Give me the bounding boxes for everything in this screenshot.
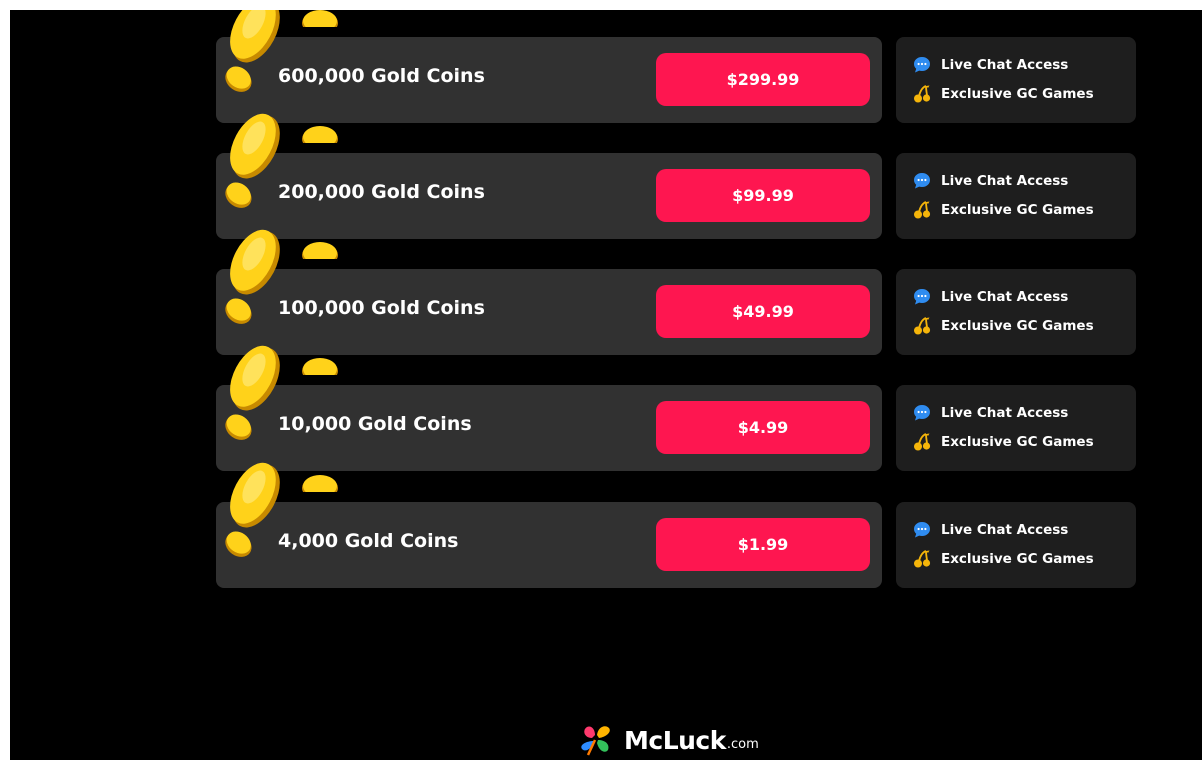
perk-exclusive-games: Exclusive GC Games	[912, 200, 1094, 220]
cherries-icon	[914, 550, 931, 568]
perk-label: Exclusive GC Games	[941, 318, 1094, 334]
coin-amount-label: 10,000 Gold Coins	[278, 413, 472, 435]
buy-button[interactable]: $299.99	[656, 53, 870, 106]
chat-bubble-icon	[914, 405, 930, 421]
coin-amount-label: 200,000 Gold Coins	[278, 181, 485, 203]
perk-live-chat: Live Chat Access	[912, 520, 1068, 540]
perks-card: Live Chat Access Exclusive GC Games	[896, 37, 1136, 123]
store-frame: 600,000 Gold Coins $299.99 Live Chat Acc…	[10, 10, 1202, 760]
gold-coin-icon	[302, 475, 338, 492]
perk-label: Live Chat Access	[941, 405, 1069, 421]
perk-exclusive-games: Exclusive GC Games	[912, 84, 1094, 104]
perk-label: Exclusive GC Games	[941, 202, 1094, 218]
perk-label: Live Chat Access	[941, 289, 1069, 305]
package-row: 4,000 Gold Coins $1.99 Live Chat Access	[10, 462, 1202, 595]
chat-bubble-icon	[914, 57, 930, 73]
buy-button[interactable]: $4.99	[656, 401, 870, 454]
perk-live-chat: Live Chat Access	[912, 403, 1068, 423]
gold-coin-icon	[230, 229, 280, 295]
gold-coin-icon	[225, 531, 252, 557]
footer-logo[interactable]: McLuck .com	[578, 722, 759, 756]
perk-live-chat: Live Chat Access	[912, 171, 1068, 191]
package-row: 100,000 Gold Coins $49.99 Live Chat Acce…	[10, 229, 1202, 362]
gold-coin-icon	[230, 10, 280, 63]
cherries-icon	[914, 317, 931, 335]
perk-label: Live Chat Access	[941, 57, 1069, 73]
gold-coin-icon	[302, 242, 338, 259]
coin-amount-label: 4,000 Gold Coins	[278, 530, 459, 552]
gold-coin-icon	[302, 10, 338, 27]
perk-live-chat: Live Chat Access	[912, 55, 1068, 75]
perk-label: Live Chat Access	[941, 522, 1069, 538]
buy-button[interactable]: $99.99	[656, 169, 870, 222]
perk-label: Exclusive GC Games	[941, 434, 1094, 450]
perks-card: Live Chat Access Exclusive GC Games	[896, 502, 1136, 588]
gold-coin-icon	[302, 358, 338, 375]
gold-coin-icon	[230, 345, 280, 411]
chat-bubble-icon	[914, 522, 930, 538]
cherries-icon	[914, 201, 931, 219]
gold-coin-icon	[225, 182, 252, 208]
buy-button[interactable]: $1.99	[656, 518, 870, 571]
clover-logo-icon	[581, 726, 610, 756]
chat-bubble-icon	[914, 289, 930, 305]
gold-coin-icon	[302, 126, 338, 143]
perk-live-chat: Live Chat Access	[912, 287, 1068, 307]
perk-exclusive-games: Exclusive GC Games	[912, 316, 1094, 336]
brand-name: McLuck	[624, 726, 726, 755]
perk-label: Live Chat Access	[941, 173, 1069, 189]
package-row: 10,000 Gold Coins $4.99 Live Chat Access	[10, 345, 1202, 478]
cherries-icon	[914, 433, 931, 451]
package-row: 200,000 Gold Coins $99.99 Live Chat Acce…	[10, 113, 1202, 246]
perks-card: Live Chat Access Exclusive GC Games	[896, 153, 1136, 239]
perk-label: Exclusive GC Games	[941, 86, 1094, 102]
gold-coin-icon	[230, 113, 280, 179]
coin-amount-label: 600,000 Gold Coins	[278, 65, 485, 87]
perk-label: Exclusive GC Games	[941, 551, 1094, 567]
gold-coin-icon	[230, 462, 280, 528]
brand-tld: .com	[726, 737, 759, 752]
coin-amount-label: 100,000 Gold Coins	[278, 297, 485, 319]
buy-button[interactable]: $49.99	[656, 285, 870, 338]
gold-coin-icon	[225, 66, 252, 92]
perk-exclusive-games: Exclusive GC Games	[912, 549, 1094, 569]
perks-card: Live Chat Access Exclusive GC Games	[896, 269, 1136, 355]
package-row: 600,000 Gold Coins $299.99 Live Chat Acc…	[10, 10, 1202, 130]
perks-card: Live Chat Access Exclusive GC Games	[896, 385, 1136, 471]
gold-coin-icon	[225, 414, 252, 440]
chat-bubble-icon	[914, 173, 930, 189]
gold-coin-icon	[225, 298, 252, 324]
perk-exclusive-games: Exclusive GC Games	[912, 432, 1094, 452]
cherries-icon	[914, 85, 931, 103]
